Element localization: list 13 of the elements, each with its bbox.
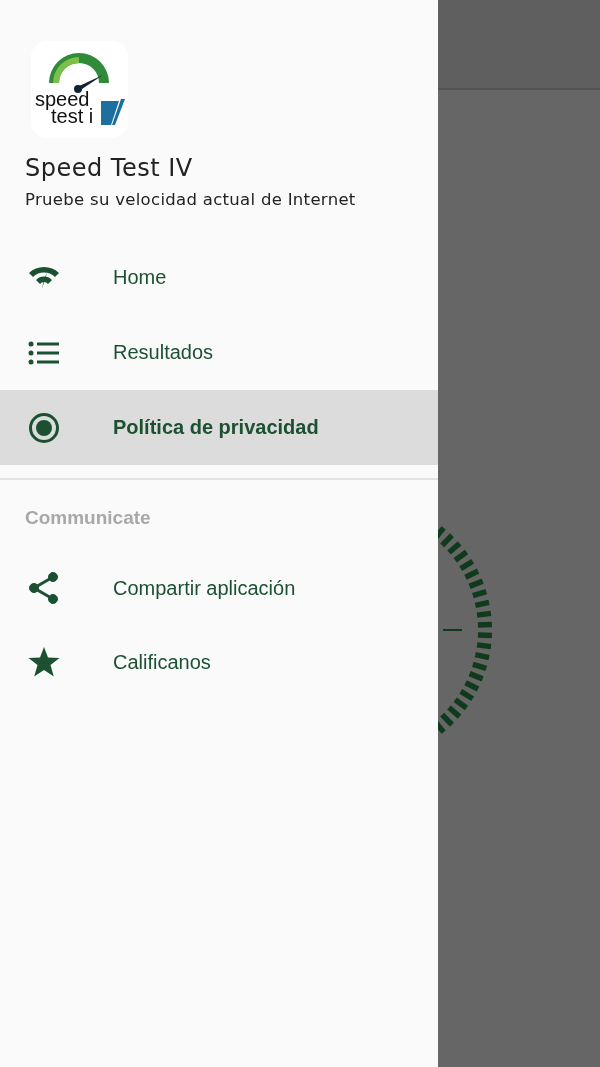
- share-icon: [29, 572, 59, 604]
- menu-item[interactable]: Política de privacidad: [0, 390, 438, 465]
- menu-item[interactable]: Resultados: [0, 315, 438, 390]
- section-header: Communicate: [24, 506, 152, 530]
- list-icon: [28, 340, 60, 365]
- radio-button-icon: [28, 411, 60, 444]
- menu-item[interactable]: Calificanos: [0, 625, 438, 699]
- app-subtitle: Pruebe su velocidad actual de Internet: [25, 190, 357, 209]
- menu-item[interactable]: Home: [0, 240, 438, 315]
- app-title: Speed Test IV: [25, 154, 194, 182]
- star-icon: [28, 647, 60, 677]
- app-logo: speed test i: [31, 41, 128, 138]
- menu-item[interactable]: Compartir aplicación: [0, 551, 438, 625]
